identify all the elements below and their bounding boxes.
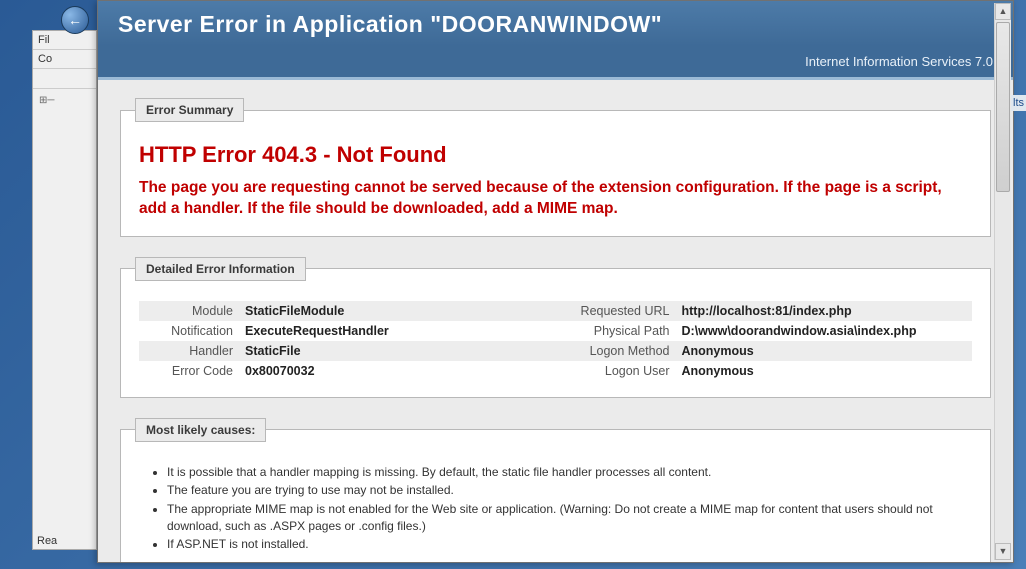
table-row: HandlerStaticFile xyxy=(139,341,556,361)
error-description: The page you are requesting cannot be se… xyxy=(139,178,972,220)
page-title: Server Error in Application "DOORANWINDO… xyxy=(118,11,993,38)
scroll-down-arrow-icon[interactable]: ▼ xyxy=(995,543,1011,560)
table-row: Logon UserAnonymous xyxy=(556,361,973,381)
table-row: ModuleStaticFileModule xyxy=(139,301,556,321)
detailed-error-box: Detailed Error Information ModuleStaticF… xyxy=(120,257,991,398)
detail-label: Error Code xyxy=(139,361,239,381)
error-summary-box: Error Summary HTTP Error 404.3 - Not Fou… xyxy=(120,98,991,237)
detail-value: StaticFileModule xyxy=(239,301,556,321)
detail-table-left: ModuleStaticFileModule NotificationExecu… xyxy=(139,301,556,381)
detail-value: D:\www\doorandwindow.asia\index.php xyxy=(676,321,973,341)
content-area: Error Summary HTTP Error 404.3 - Not Fou… xyxy=(98,80,1013,562)
table-row: Requested URLhttp://localhost:81/index.p… xyxy=(556,301,973,321)
table-row: NotificationExecuteRequestHandler xyxy=(139,321,556,341)
scrollbar-thumb[interactable] xyxy=(996,22,1010,192)
detail-value: ExecuteRequestHandler xyxy=(239,321,556,341)
back-button[interactable]: ← xyxy=(61,6,89,34)
table-row: Physical PathD:\www\doorandwindow.asia\i… xyxy=(556,321,973,341)
detail-label: Notification xyxy=(139,321,239,341)
error-summary-legend: Error Summary xyxy=(135,98,244,122)
scrollbar-track[interactable] xyxy=(995,20,1011,543)
detail-label: Logon Method xyxy=(556,341,676,361)
list-item: If ASP.NET is not installed. xyxy=(167,536,972,553)
causes-list: It is possible that a handler mapping is… xyxy=(167,464,972,554)
detail-value: Anonymous xyxy=(676,341,973,361)
background-tab-co[interactable]: Co xyxy=(33,50,96,69)
detail-table-right: Requested URLhttp://localhost:81/index.p… xyxy=(556,301,973,381)
detailed-error-legend: Detailed Error Information xyxy=(135,257,306,281)
list-item: The appropriate MIME map is not enabled … xyxy=(167,501,972,536)
detail-label: Logon User xyxy=(556,361,676,381)
window-header: Server Error in Application "DOORANWINDO… xyxy=(98,1,1013,46)
detail-label: Module xyxy=(139,301,239,321)
table-row: Error Code0x80070032 xyxy=(139,361,556,381)
background-tab-blank xyxy=(33,69,96,89)
detail-label: Requested URL xyxy=(556,301,676,321)
iis-error-window: Server Error in Application "DOORANWINDO… xyxy=(97,0,1014,563)
error-title: HTTP Error 404.3 - Not Found xyxy=(139,142,972,168)
detail-label: Physical Path xyxy=(556,321,676,341)
detail-value: Anonymous xyxy=(676,361,973,381)
vertical-scrollbar[interactable]: ▲ ▼ xyxy=(994,3,1011,560)
background-tab-rea[interactable]: Rea xyxy=(37,535,57,547)
detail-value: StaticFile xyxy=(239,341,556,361)
background-tab-fil[interactable]: Fil xyxy=(33,31,96,50)
scroll-up-arrow-icon[interactable]: ▲ xyxy=(995,3,1011,20)
list-item: It is possible that a handler mapping is… xyxy=(167,464,972,481)
detail-value: http://localhost:81/index.php xyxy=(676,301,973,321)
table-row: Logon MethodAnonymous xyxy=(556,341,973,361)
detail-label: Handler xyxy=(139,341,239,361)
cropped-right-label: lts xyxy=(1011,95,1026,111)
arrow-left-icon: ← xyxy=(68,12,82,28)
list-item: The feature you are trying to use may no… xyxy=(167,482,972,499)
detail-value: 0x80070032 xyxy=(239,361,556,381)
background-window: ← Fil Co ⊞─ Rea xyxy=(32,30,97,550)
likely-causes-legend: Most likely causes: xyxy=(135,418,266,442)
likely-causes-box: Most likely causes: It is possible that … xyxy=(120,418,991,562)
iis-version-bar: Internet Information Services 7.0 xyxy=(98,46,1013,80)
